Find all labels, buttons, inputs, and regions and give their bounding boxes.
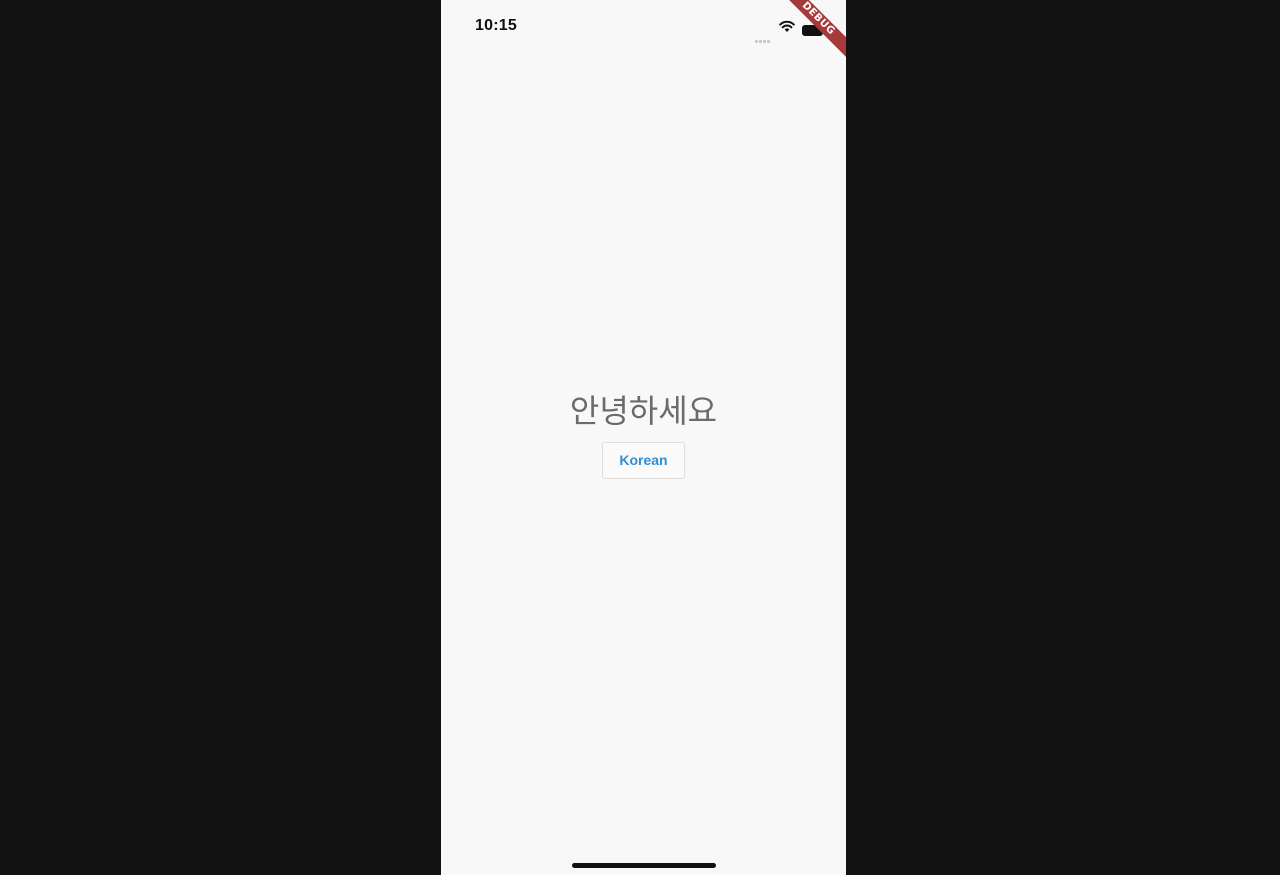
content-center: 안녕하세요 Korean <box>441 390 846 479</box>
phone-screen: 10:15 DEBUG 안녕하세요 Korean <box>441 0 846 875</box>
wifi-icon <box>779 18 795 32</box>
status-time: 10:15 <box>475 17 517 34</box>
home-indicator[interactable] <box>572 863 716 868</box>
status-bar: 10:15 <box>441 0 846 50</box>
cellular-signal-icon <box>755 28 773 43</box>
language-button[interactable]: Korean <box>602 442 685 479</box>
greeting-text: 안녕하세요 <box>569 392 718 430</box>
